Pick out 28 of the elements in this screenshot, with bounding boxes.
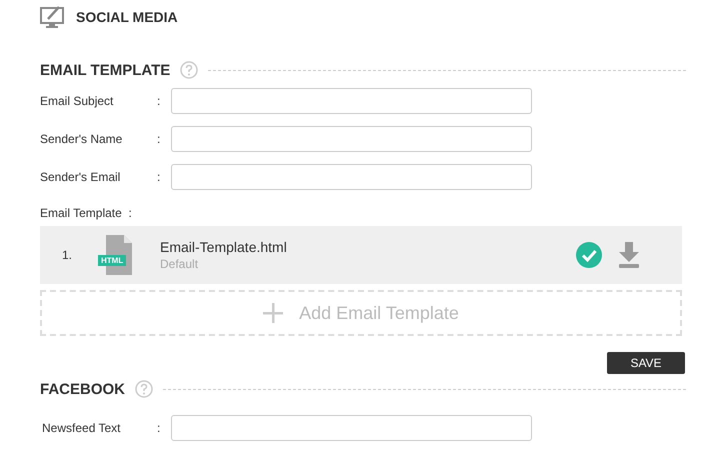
input-field[interactable] [171,88,532,114]
colon: : [157,170,162,184]
save-button[interactable]: SAVE [607,352,685,374]
row-number: 1. [62,248,74,262]
field-label: Email Subject [40,94,114,108]
section-title: FACEBOOK [40,380,126,398]
field-label: Sender's Email [40,170,122,184]
download-icon[interactable] [618,242,640,268]
colon: : [157,421,162,435]
file-subtitle: Default [160,257,200,271]
field-label: Newsfeed Text [41,421,122,435]
monitor-icon [40,5,66,29]
input-field[interactable] [171,164,532,190]
colon: : [157,132,162,146]
help-icon[interactable] [135,380,154,398]
plus-icon [263,303,284,323]
field-label: Sender's Name [40,132,124,146]
section-title: EMAIL TEMPLATE [40,62,170,78]
check-circle-icon [576,242,602,268]
input-field[interactable] [171,126,532,152]
file-name: Email-Template.html [160,239,288,255]
file-type-badge: HTML [98,255,126,266]
help-icon[interactable] [180,61,198,79]
colon: : [157,94,162,108]
page-title: SOCIAL MEDIA [76,9,178,25]
input-field[interactable] [171,415,532,441]
field-label: Email Template : [40,206,133,222]
template-row[interactable]: 1. HTML Email-Template.html Default [40,226,682,284]
